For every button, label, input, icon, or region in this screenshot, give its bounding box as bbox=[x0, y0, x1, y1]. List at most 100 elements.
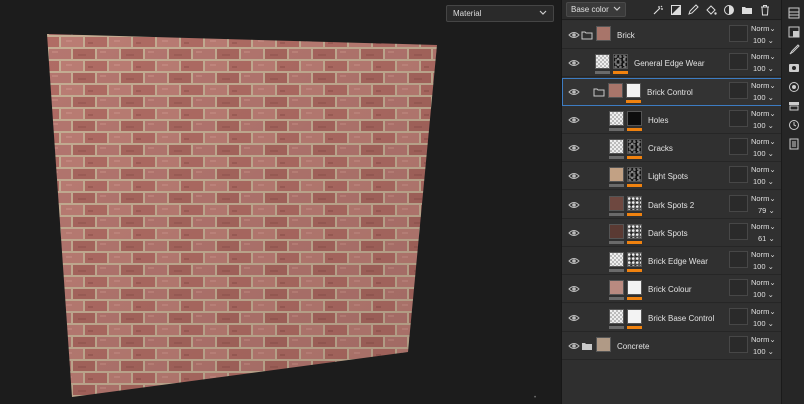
blend-mode-dropdown[interactable]: Norm⌄ bbox=[751, 52, 776, 61]
layer-thumbnail[interactable] bbox=[609, 195, 624, 211]
folder-icon[interactable] bbox=[740, 2, 754, 17]
mask-thumbnail[interactable] bbox=[627, 252, 642, 267]
brush-icon[interactable] bbox=[787, 43, 800, 56]
blend-mode-dropdown[interactable]: Norm⌄ bbox=[751, 278, 776, 287]
eye-icon[interactable] bbox=[568, 30, 580, 40]
layer-name[interactable]: Cracks bbox=[648, 144, 673, 153]
delete-icon[interactable] bbox=[758, 2, 772, 17]
layer-name[interactable]: Brick Base Control bbox=[648, 314, 714, 323]
layer-name[interactable]: Brick Colour bbox=[648, 285, 692, 294]
mask-thumbnail[interactable] bbox=[627, 308, 642, 324]
layer-thumbnail[interactable] bbox=[596, 26, 611, 41]
layer-name[interactable]: Brick Control bbox=[647, 88, 693, 97]
layer-row[interactable]: Brick Base Control Norm⌄ 100 ⌄ bbox=[562, 303, 782, 332]
eye-icon[interactable] bbox=[568, 143, 580, 153]
layer-row[interactable]: General Edge Wear Norm⌄ 100 ⌄ bbox=[562, 49, 782, 78]
layer-row[interactable]: Dark Spots Norm⌄ 61 ⌄ bbox=[562, 218, 782, 247]
history-icon[interactable] bbox=[787, 118, 800, 131]
layer-name[interactable]: Dark Spots 2 bbox=[648, 201, 694, 210]
layer-name[interactable]: General Edge Wear bbox=[634, 59, 705, 68]
blend-mode-dropdown[interactable]: Norm⌄ bbox=[751, 109, 776, 118]
blend-mode-dropdown[interactable]: Norm⌄ bbox=[751, 250, 776, 259]
mask-thumbnail[interactable] bbox=[613, 54, 628, 70]
layer-row[interactable]: Brick Colour Norm⌄ 100 ⌄ bbox=[562, 275, 782, 304]
layers-icon[interactable] bbox=[787, 6, 800, 19]
mask-thumbnail[interactable] bbox=[627, 167, 642, 183]
add-mask-icon[interactable] bbox=[669, 2, 683, 17]
blend-mode-dropdown[interactable]: Norm⌄ bbox=[751, 81, 776, 90]
layer-row[interactable]: Holes Norm⌄ 100 ⌄ bbox=[562, 105, 782, 134]
mask-thumbnail[interactable] bbox=[627, 139, 642, 154]
eye-icon[interactable] bbox=[568, 115, 580, 125]
3d-viewport[interactable]: Material • bbox=[0, 0, 561, 404]
texture-set-icon[interactable] bbox=[787, 25, 800, 38]
layer-name[interactable]: Concrete bbox=[617, 342, 649, 351]
material-dropdown[interactable]: Material bbox=[446, 5, 554, 22]
layer-row[interactable]: Light Spots Norm⌄ 100 ⌄ bbox=[562, 162, 782, 191]
layer-thumbnail[interactable] bbox=[609, 110, 624, 126]
layer-row[interactable]: Dark Spots 2 Norm⌄ 79 ⌄ bbox=[562, 190, 782, 219]
blend-mode-dropdown[interactable]: Norm⌄ bbox=[751, 307, 776, 316]
opacity-field[interactable]: 100 ⌄ bbox=[753, 290, 774, 299]
opacity-field[interactable]: 100 ⌄ bbox=[753, 93, 774, 102]
layer-row[interactable]: Concrete Norm⌄ 100 ⌄ bbox=[562, 331, 782, 360]
eye-icon[interactable] bbox=[568, 256, 580, 266]
layer-thumbnail[interactable] bbox=[608, 82, 623, 98]
eye-icon[interactable] bbox=[568, 171, 580, 181]
layer-thumbnail[interactable] bbox=[609, 139, 624, 154]
mask-thumbnail[interactable] bbox=[627, 223, 642, 239]
opacity-field[interactable]: 100 ⌄ bbox=[753, 319, 774, 328]
brick-wall-preview[interactable] bbox=[0, 0, 561, 404]
eye-icon[interactable] bbox=[568, 341, 580, 351]
opacity-field[interactable]: 100 ⌄ bbox=[753, 36, 774, 45]
eye-icon[interactable] bbox=[568, 228, 580, 238]
layer-thumbnail[interactable] bbox=[609, 223, 624, 239]
layer-thumbnail[interactable] bbox=[609, 252, 624, 267]
display-icon[interactable] bbox=[787, 80, 800, 93]
layer-name[interactable]: Light Spots bbox=[648, 172, 688, 181]
blend-mode-dropdown[interactable]: Norm⌄ bbox=[751, 24, 776, 33]
mask-thumbnail[interactable] bbox=[626, 82, 641, 98]
layer-thumbnail[interactable] bbox=[609, 308, 624, 324]
opacity-field[interactable]: 100 ⌄ bbox=[753, 149, 774, 158]
blend-mode-dropdown[interactable]: Norm⌄ bbox=[751, 335, 776, 344]
opacity-field[interactable]: 100 ⌄ bbox=[753, 347, 774, 356]
opacity-field[interactable]: 79 ⌄ bbox=[758, 206, 775, 215]
layer-row[interactable]: Brick Norm⌄ 100 ⌄ bbox=[562, 21, 782, 49]
blend-mode-dropdown[interactable]: Norm⌄ bbox=[751, 194, 776, 203]
layer-name[interactable]: Holes bbox=[648, 116, 668, 125]
effects-icon[interactable] bbox=[651, 2, 665, 17]
folder-icon[interactable] bbox=[581, 341, 593, 351]
layer-thumbnail[interactable] bbox=[595, 54, 610, 70]
layer-thumbnail[interactable] bbox=[609, 167, 624, 183]
opacity-field[interactable]: 100 ⌄ bbox=[753, 64, 774, 73]
layer-name[interactable]: Brick Edge Wear bbox=[648, 257, 708, 266]
opacity-field[interactable]: 100 ⌄ bbox=[753, 262, 774, 271]
layer-name[interactable]: Dark Spots bbox=[648, 229, 688, 238]
log-icon[interactable] bbox=[787, 137, 800, 150]
folder-icon[interactable] bbox=[593, 87, 605, 97]
mask-thumbnail[interactable] bbox=[627, 280, 642, 296]
adjustment-icon[interactable] bbox=[722, 2, 736, 17]
channel-dropdown[interactable]: Base color bbox=[566, 2, 626, 17]
layer-row[interactable]: Brick Edge Wear Norm⌄ 100 ⌄ bbox=[562, 247, 782, 275]
layer-name[interactable]: Brick bbox=[617, 31, 635, 40]
eye-icon[interactable] bbox=[568, 313, 580, 323]
blend-mode-dropdown[interactable]: Norm⌄ bbox=[751, 165, 776, 174]
layer-row[interactable]: Brick Control Norm⌄ 100 ⌄ bbox=[562, 77, 782, 106]
folder-icon[interactable] bbox=[581, 30, 593, 40]
eye-icon[interactable] bbox=[568, 284, 580, 294]
mask-thumbnail[interactable] bbox=[627, 195, 642, 211]
paint-layer-icon[interactable] bbox=[686, 2, 700, 17]
properties-icon[interactable] bbox=[787, 61, 800, 74]
eye-icon[interactable] bbox=[568, 200, 580, 210]
shelf-icon[interactable] bbox=[787, 99, 800, 112]
layer-row[interactable]: Cracks Norm⌄ 100 ⌄ bbox=[562, 134, 782, 162]
layer-thumbnail[interactable] bbox=[596, 336, 611, 352]
blend-mode-dropdown[interactable]: Norm⌄ bbox=[751, 137, 776, 146]
layer-thumbnail[interactable] bbox=[609, 280, 624, 296]
mask-thumbnail[interactable] bbox=[627, 110, 642, 126]
opacity-field[interactable]: 61 ⌄ bbox=[758, 234, 775, 243]
opacity-field[interactable]: 100 ⌄ bbox=[753, 121, 774, 130]
opacity-field[interactable]: 100 ⌄ bbox=[753, 177, 774, 186]
